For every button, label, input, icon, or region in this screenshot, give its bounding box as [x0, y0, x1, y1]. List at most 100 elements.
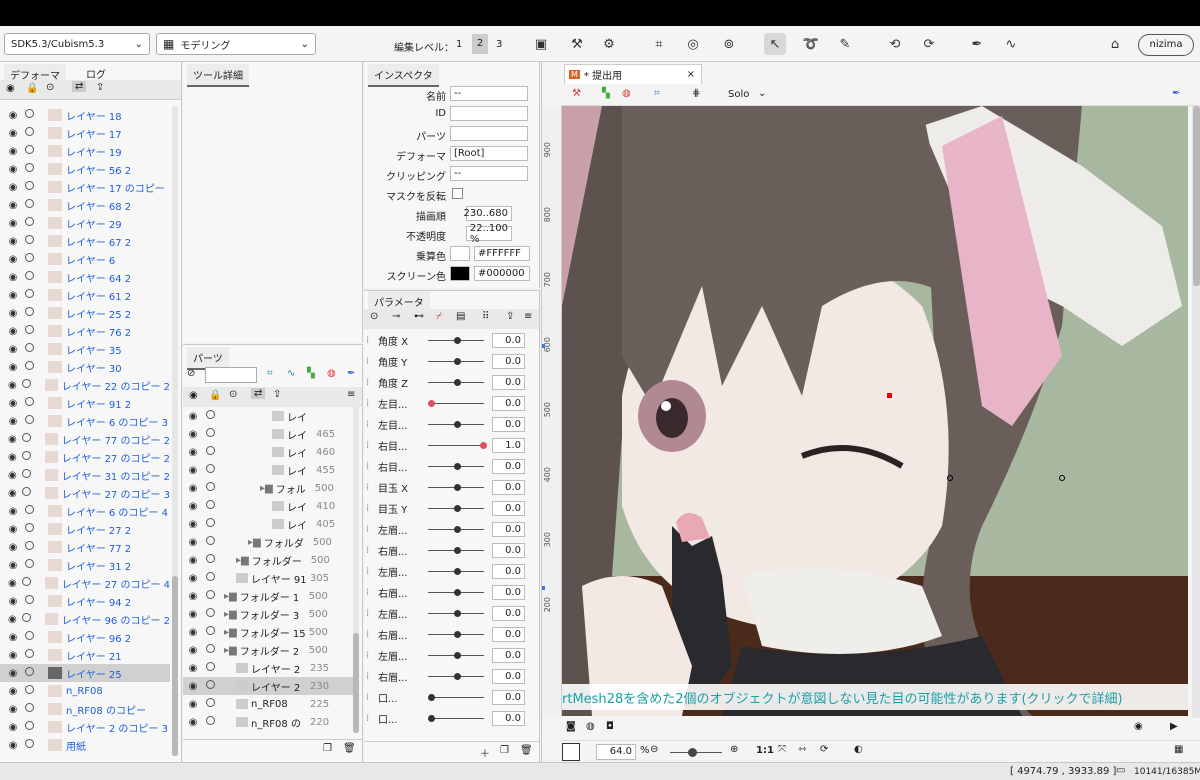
overlay-icon[interactable]: ◐ — [854, 744, 863, 755]
eye-icon[interactable]: ◉ — [186, 411, 200, 422]
parameter-knob[interactable] — [454, 484, 461, 491]
add-icon[interactable]: ＋ — [480, 745, 490, 760]
deformer-row[interactable]: ◉ レイヤー 77 2 — [0, 538, 170, 556]
lock-toggle[interactable] — [20, 703, 38, 715]
parameter-slider[interactable] — [428, 694, 484, 701]
parameter-slider[interactable] — [428, 610, 484, 617]
lock-toggle[interactable] — [20, 559, 38, 571]
parameter-knob[interactable] — [454, 652, 461, 659]
expand-icon[interactable]: ⊙ — [46, 82, 54, 93]
lock-toggle[interactable] — [19, 613, 35, 625]
parts-row[interactable]: ◉ ▸▆ フォルダー 2 500 — [183, 641, 353, 659]
eye-icon[interactable]: ◉ — [6, 614, 19, 625]
lock-toggle[interactable] — [200, 446, 220, 458]
parts-row[interactable]: ◉ レイ 455 — [183, 461, 353, 479]
eye-icon[interactable]: ◉ — [186, 447, 200, 458]
parts-row[interactable]: ◉ レイ 460 — [183, 443, 353, 461]
parameter-value[interactable]: 0.0 — [492, 354, 525, 369]
parts-row[interactable]: ◉レイヤー 2215 — [183, 731, 353, 733]
lock-toggle[interactable] — [200, 680, 220, 692]
expand-icon[interactable]: ⊙ — [229, 389, 237, 400]
parameter-knob[interactable] — [454, 547, 461, 554]
parts-row[interactable]: ◉ レイヤー 91 2305 — [183, 569, 353, 587]
inspector-value[interactable] — [450, 266, 470, 281]
flip-icon[interactable]: ⇿ — [798, 744, 806, 755]
color-hex-input[interactable]: #FFFFFF — [474, 246, 530, 261]
pen-icon[interactable]: ✒ — [347, 368, 355, 379]
parameter-value[interactable]: 0.0 — [492, 711, 525, 726]
parameter-value[interactable]: 1.0 — [492, 438, 525, 453]
eye-icon[interactable]: ◉ — [6, 452, 19, 463]
inspector-value[interactable]: -- — [450, 166, 528, 181]
lock-toggle[interactable] — [20, 181, 38, 193]
lock-toggle[interactable] — [200, 590, 220, 602]
eye-icon[interactable]: ◉ — [6, 326, 20, 337]
eye-icon[interactable]: ◉ — [6, 722, 20, 733]
lock-toggle[interactable] — [20, 163, 38, 175]
deformer-row[interactable]: ◉ n_RF08 — [0, 682, 170, 700]
export-icon[interactable]: ⇪ — [96, 82, 104, 93]
hash-grid-icon[interactable]: ⋕ — [692, 88, 700, 99]
deformer-row[interactable]: ◉ レイヤー 6 — [0, 250, 170, 268]
eye-icon[interactable]: ◉ — [6, 182, 20, 193]
lock-toggle[interactable] — [20, 361, 38, 373]
eye-icon[interactable]: ◉ — [6, 128, 20, 139]
pen-icon[interactable]: ✒ — [1172, 88, 1180, 99]
parameter-knob[interactable] — [428, 715, 435, 722]
deformer-row[interactable]: ◉ レイヤー 31 のコピー 2 — [0, 466, 170, 484]
trash-icon[interactable]: 🗑 — [343, 743, 356, 754]
parts-row[interactable]: ◉ レイ 465 — [183, 425, 353, 443]
parts-row[interactable]: ◉ n_RF08 の 220 — [183, 713, 353, 731]
grid-icon[interactable]: ⠿ — [482, 311, 489, 322]
play-icon[interactable]: ▶ — [1170, 721, 1178, 732]
parameter-value[interactable]: 0.0 — [492, 648, 525, 663]
glue-icon[interactable]: ◎ — [682, 33, 704, 55]
parameter-value[interactable]: 0.0 — [492, 690, 525, 705]
parts-row[interactable]: ◉ ▸▆ フォルダー 1 500 — [183, 587, 353, 605]
camera-capture-icon[interactable]: ◘ — [606, 721, 614, 732]
lock-toggle[interactable] — [20, 307, 38, 319]
inspector-value[interactable]: -- — [450, 86, 528, 101]
lock-toggle[interactable] — [20, 397, 38, 409]
zoom-slider-knob[interactable] — [688, 748, 697, 757]
deformer-row[interactable]: ◉ レイヤー 31 2 — [0, 556, 170, 574]
parameter-knob[interactable] — [428, 400, 435, 407]
lock-toggle[interactable] — [20, 649, 38, 661]
parameter-slider[interactable] — [428, 337, 484, 344]
parameter-value[interactable]: 0.0 — [492, 459, 525, 474]
record-icon[interactable]: ◉ — [1134, 721, 1143, 732]
parts-row[interactable]: ◉ ▸▆ フォルダー 3 500 — [183, 605, 353, 623]
nizima-button[interactable]: nizima — [1138, 34, 1194, 56]
lock-toggle[interactable] — [19, 577, 35, 589]
eye-icon[interactable]: ◉ — [6, 254, 20, 265]
swap-icon[interactable]: ⇄ — [72, 81, 87, 92]
deformer-row[interactable]: ◉ レイヤー 64 2 — [0, 268, 170, 286]
lock-toggle[interactable] — [20, 199, 38, 211]
deformer-row[interactable]: ◉ レイヤー 19 — [0, 142, 170, 160]
eye-icon[interactable]: ◉ — [6, 200, 20, 211]
lock-toggle[interactable] — [19, 433, 35, 445]
parts-row[interactable]: ◉ ▸▆ フォルダ 500 — [183, 533, 353, 551]
deformer-scrollbar[interactable] — [172, 106, 178, 756]
brush-icon[interactable]: ✎ — [834, 33, 856, 55]
parameter-value[interactable]: 0.0 — [492, 543, 525, 558]
lock-toggle[interactable] — [20, 235, 38, 247]
delete-key-icon[interactable]: ⌿ — [436, 311, 442, 322]
color-hex-input[interactable]: #000000 — [474, 266, 530, 281]
deformer-row[interactable]: ◉ レイヤー 27 のコピー 2 — [0, 448, 170, 466]
mesh-edit-icon[interactable]: ⚒ — [566, 33, 588, 55]
parameter-value[interactable]: 0.0 — [492, 585, 525, 600]
eye-icon[interactable]: ◉ — [6, 632, 20, 643]
deformer-row[interactable]: ◉ レイヤー 18 — [0, 106, 170, 124]
parts-row[interactable]: ◉ レイ 405 — [183, 515, 353, 533]
parameter-slider[interactable] — [428, 358, 484, 365]
lock-toggle[interactable] — [20, 325, 38, 337]
lock-toggle[interactable] — [200, 608, 220, 620]
deformer-row[interactable]: ◉ レイヤー 25 2 — [0, 304, 170, 322]
lock-toggle[interactable] — [20, 271, 38, 283]
parameter-value[interactable]: 0.0 — [492, 480, 525, 495]
parameter-slider[interactable] — [428, 547, 484, 554]
export-icon[interactable]: ⇪ — [506, 311, 514, 322]
deformer-row[interactable]: ◉ レイヤー 17 — [0, 124, 170, 142]
parameter-value[interactable]: 0.0 — [492, 522, 525, 537]
